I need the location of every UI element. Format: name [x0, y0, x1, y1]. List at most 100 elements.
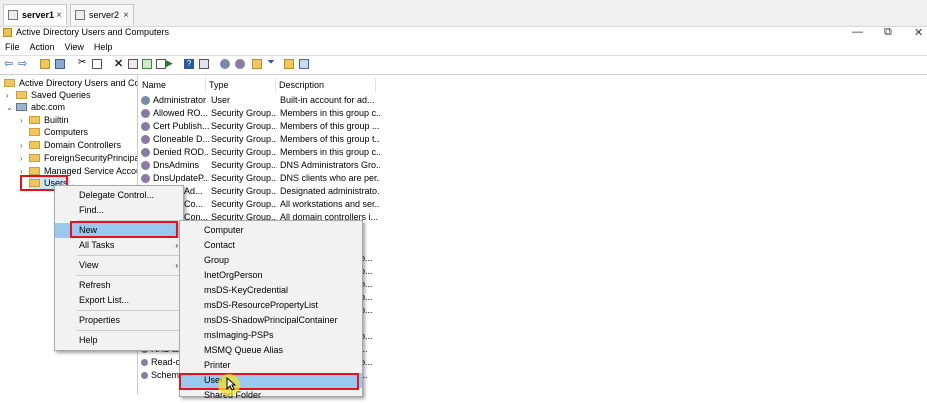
group-icon: [141, 161, 150, 171]
find-icon[interactable]: [284, 59, 294, 69]
new-user-icon[interactable]: [220, 59, 230, 69]
tree-item-domain-controllers[interactable]: Domain Controllers: [29, 139, 121, 151]
tree-item-foreign-security-principals[interactable]: ForeignSecurityPrincipals: [29, 152, 138, 164]
menu-item-help[interactable]: Help: [55, 333, 183, 348]
copy-icon[interactable]: [92, 59, 102, 69]
cut-icon[interactable]: ✂: [78, 57, 88, 68]
help-icon[interactable]: ?: [184, 59, 194, 69]
row-type: Security Group...: [211, 199, 277, 209]
submenu-item-contact[interactable]: Contact: [180, 238, 362, 253]
submenu-item-inetorgperson[interactable]: InetOrgPerson: [180, 268, 362, 283]
forward-arrow-icon[interactable]: ⇨: [18, 57, 28, 70]
folder-icon: [29, 141, 40, 149]
window-title: Active Directory Users and Computers: [16, 27, 170, 37]
delete-icon[interactable]: ✕: [114, 57, 124, 70]
restore-button[interactable]: ⧉: [884, 26, 892, 39]
annotation-new-highlight: [70, 221, 178, 238]
row-description: o...: [360, 331, 373, 341]
new-ou-icon[interactable]: [252, 59, 262, 69]
submenu-item-printer[interactable]: Printer: [180, 358, 362, 373]
export-icon[interactable]: [156, 59, 166, 69]
user-icon: [141, 96, 150, 106]
menu-item-all-tasks[interactable]: All Tasks ›: [55, 238, 183, 253]
menu-view[interactable]: View: [60, 40, 89, 54]
menu-item-find[interactable]: Find...: [55, 203, 183, 218]
add-to-group-icon[interactable]: [299, 59, 309, 69]
submenu-item-msimaging-psps[interactable]: msImaging-PSPs: [180, 328, 362, 343]
row-description: All workstations and ser...: [280, 199, 380, 209]
tree-item-label: ForeignSecurityPrincipals: [44, 153, 138, 163]
minimize-button[interactable]: —: [852, 26, 863, 38]
column-header-name[interactable]: Name: [139, 78, 206, 92]
row-description: Members of this group ...: [280, 121, 380, 131]
menu-item-label: All Tasks: [79, 240, 115, 250]
new-group-icon[interactable]: [235, 59, 245, 69]
filter-icon[interactable]: ⏷: [267, 57, 277, 68]
row-description: o...: [360, 253, 373, 263]
row-name: Co...: [184, 199, 204, 209]
submenu-item-group[interactable]: Group: [180, 253, 362, 268]
row-description: Designated administrato...: [280, 186, 380, 196]
expand-chevron-icon[interactable]: ›: [6, 91, 9, 100]
folder-icon: [16, 91, 27, 99]
column-header-description[interactable]: Description: [276, 78, 376, 92]
row-type: Security Group...: [211, 108, 277, 118]
menu-action[interactable]: Action: [25, 40, 60, 54]
tree-item-saved-queries[interactable]: Saved Queries: [16, 89, 91, 101]
new-submenu: Computer Contact Group InetOrgPerson msD…: [179, 220, 363, 400]
view-icon[interactable]: [199, 59, 209, 69]
properties-icon[interactable]: [128, 59, 138, 69]
submenu-item-computer[interactable]: Computer: [180, 223, 362, 238]
tab-server2[interactable]: server2 ×: [70, 4, 134, 25]
close-tab-icon[interactable]: ×: [123, 10, 129, 21]
tree-root[interactable]: Active Directory Users and Com: [4, 77, 137, 89]
folder-icon: [29, 116, 40, 124]
tree-item-builtin[interactable]: Builtin: [29, 114, 69, 126]
refresh-icon[interactable]: [142, 59, 152, 69]
submenu-item-shared-folder[interactable]: Shared Folder: [180, 388, 362, 403]
back-arrow-icon[interactable]: ⇦: [4, 57, 14, 70]
column-header-type[interactable]: Type: [206, 78, 276, 92]
tab-label: server2: [89, 10, 120, 20]
submenu-item-msds-keycredential[interactable]: msDS-KeyCredential: [180, 283, 362, 298]
row-description: DNS Administrators Gro...: [280, 160, 380, 170]
row-type: Security Group...: [211, 121, 277, 131]
tree-item-domain[interactable]: abc.com: [16, 101, 65, 113]
collapse-chevron-icon[interactable]: ⌄: [6, 103, 13, 112]
expand-chevron-icon[interactable]: ›: [20, 141, 23, 150]
up-folder-icon[interactable]: [40, 59, 50, 69]
tree-item-label: Builtin: [44, 115, 69, 125]
menu-item-properties[interactable]: Properties: [55, 313, 183, 328]
close-tab-icon[interactable]: ×: [56, 10, 62, 21]
menu-separator: [77, 310, 179, 311]
submenu-arrow-icon: ›: [175, 261, 178, 270]
row-name: Cert Publish...: [153, 121, 209, 131]
menu-item-view[interactable]: View ›: [55, 258, 183, 273]
tab-server1[interactable]: server1 ×: [3, 4, 67, 25]
menu-help[interactable]: Help: [89, 40, 118, 54]
group-icon: [141, 148, 150, 158]
group-icon: [141, 174, 150, 184]
row-description: o...: [360, 357, 373, 367]
submenu-item-msds-shadowprincipalcontainer[interactable]: msDS-ShadowPrincipalContainer: [180, 313, 362, 328]
expand-chevron-icon[interactable]: ›: [20, 154, 23, 163]
close-button[interactable]: ✕: [914, 26, 923, 39]
menu-item-delegate-control[interactable]: Delegate Control...: [55, 188, 183, 203]
expand-chevron-icon[interactable]: ›: [20, 116, 23, 125]
annotation-user-highlight: [179, 373, 359, 390]
menu-item-export-list[interactable]: Export List...: [55, 293, 183, 308]
submenu-item-msds-resourcepropertylist[interactable]: msDS-ResourcePropertyList: [180, 298, 362, 313]
tree-item-label: Saved Queries: [31, 90, 91, 100]
menu-item-refresh[interactable]: Refresh: [55, 278, 183, 293]
tree-item-computers[interactable]: Computers: [29, 126, 88, 138]
run-arrow-icon[interactable]: ▶: [166, 58, 176, 68]
submenu-item-msmq-queue-alias[interactable]: MSMQ Queue Alias: [180, 343, 362, 358]
row-description: Built-in account for ad...: [280, 95, 375, 105]
row-type: Security Group...: [211, 173, 277, 183]
row-description: Members in this group c...: [280, 147, 380, 157]
group-icon: [141, 372, 148, 380]
console-tree-icon[interactable]: [55, 59, 65, 69]
menu-file[interactable]: File: [0, 40, 25, 54]
group-icon: [141, 135, 150, 145]
server-icon: [8, 10, 18, 20]
